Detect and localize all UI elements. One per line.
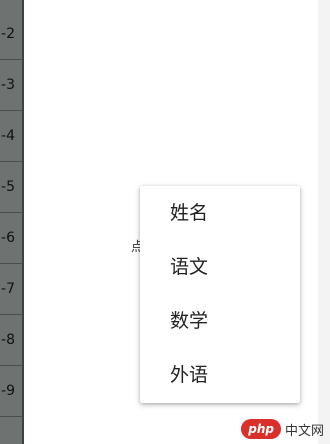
list-item[interactable]: -8 <box>0 314 22 366</box>
list-item-label: -8 <box>1 331 15 348</box>
list-item-label: -7 <box>1 280 15 297</box>
list-panel: -2 -3 -4 -5 -6 -7 -8 -9 <box>0 0 24 444</box>
list-item-label: -2 <box>1 25 15 42</box>
list-item-label: -3 <box>1 76 15 93</box>
watermark-text: 中文网 <box>284 423 324 439</box>
list-item[interactable]: -5 <box>0 161 22 213</box>
list-item[interactable]: -3 <box>0 59 22 111</box>
list-item-label: -4 <box>1 127 15 144</box>
popup-menu: 姓名 语文 数学 外语 <box>140 186 300 403</box>
menu-item-name[interactable]: 姓名 <box>140 186 300 240</box>
list-item[interactable]: -7 <box>0 263 22 315</box>
menu-item-math[interactable]: 数学 <box>140 294 300 348</box>
list-item[interactable]: -2 <box>0 8 22 60</box>
list-item-label: -5 <box>1 178 15 195</box>
watermark: php 中文网 <box>241 418 324 440</box>
list-item[interactable]: -9 <box>0 365 22 417</box>
list-item-label: -6 <box>1 229 15 246</box>
php-logo: php <box>241 419 281 439</box>
right-gutter <box>318 0 330 444</box>
list-item-label: -9 <box>1 382 15 399</box>
menu-item-foreign-language[interactable]: 外语 <box>140 348 300 402</box>
menu-item-chinese[interactable]: 语文 <box>140 240 300 294</box>
list-item[interactable]: -6 <box>0 212 22 264</box>
list-item[interactable]: -4 <box>0 110 22 162</box>
